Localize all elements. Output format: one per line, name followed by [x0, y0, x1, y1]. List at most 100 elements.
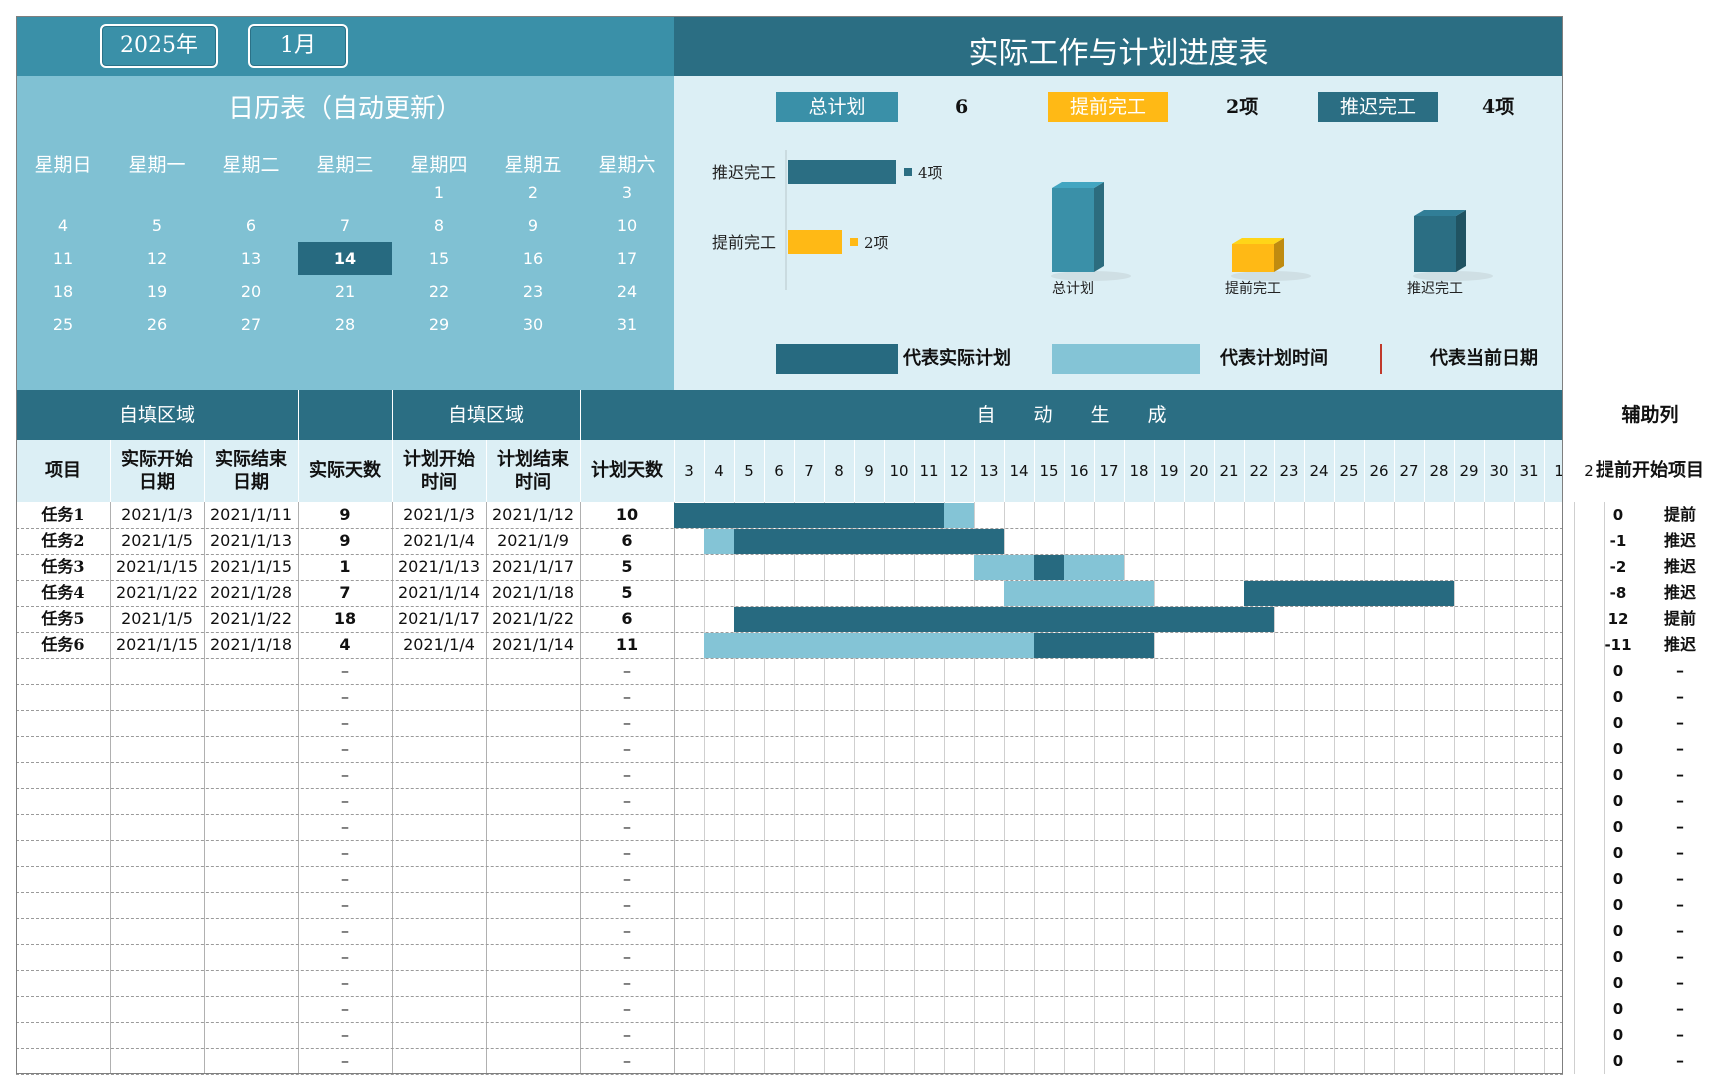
aux-offset-value: 0	[1612, 870, 1624, 888]
plan-start-date[interactable]: 2021/1/4	[392, 632, 486, 658]
actual-days[interactable]: 1	[298, 554, 392, 580]
actual-start-date[interactable]: 2021/1/15	[110, 632, 204, 658]
plan-days-empty[interactable]: –	[580, 1048, 674, 1074]
row-line	[16, 1074, 1563, 1075]
aux-status-text: –	[1676, 661, 1684, 680]
actual-start-date[interactable]: 2021/1/22	[110, 580, 204, 606]
actual-days-empty[interactable]: –	[298, 970, 392, 996]
task-name[interactable]: 任务2	[16, 528, 110, 554]
task-name[interactable]: 任务6	[16, 632, 110, 658]
plan-end-date[interactable]: 2021/1/9	[486, 528, 580, 554]
actual-days[interactable]: 9	[298, 528, 392, 554]
plan-days[interactable]: 5	[580, 580, 674, 606]
plan-days-empty[interactable]: –	[580, 658, 674, 684]
header-divider	[1574, 440, 1575, 502]
day-column-header: 2	[1584, 462, 1594, 480]
actual-end-date[interactable]: 2021/1/13	[204, 528, 298, 554]
task-name[interactable]: 任务3	[16, 554, 110, 580]
actual-days-empty[interactable]: –	[298, 840, 392, 866]
actual-days[interactable]: 18	[298, 606, 392, 632]
actual-days-empty[interactable]: –	[298, 736, 392, 762]
plan-start-date[interactable]: 2021/1/4	[392, 528, 486, 554]
plan-days-empty[interactable]: –	[580, 762, 674, 788]
aux-status-text: 提前	[1663, 505, 1696, 524]
plan-end-date[interactable]: 2021/1/18	[486, 580, 580, 606]
plan-end-date[interactable]: 2021/1/14	[486, 632, 580, 658]
actual-days-empty[interactable]: –	[298, 762, 392, 788]
plan-days-empty[interactable]: –	[580, 736, 674, 762]
aux-status-text: 提前	[1663, 609, 1696, 628]
plan-end-date[interactable]: 2021/1/22	[486, 606, 580, 632]
actual-days-empty[interactable]: –	[298, 814, 392, 840]
actual-days-empty[interactable]: –	[298, 944, 392, 970]
plan-days-empty[interactable]: –	[580, 918, 674, 944]
actual-end-date[interactable]: 2021/1/18	[204, 632, 298, 658]
task-name[interactable]: 任务5	[16, 606, 110, 632]
actual-days-empty[interactable]: –	[298, 866, 392, 892]
plan-days-empty[interactable]: –	[580, 710, 674, 736]
plan-end-date[interactable]: 2021/1/12	[486, 502, 580, 528]
task-name[interactable]: 任务1	[16, 502, 110, 528]
aux-offset-value: -11	[1604, 636, 1632, 654]
header-divider	[1604, 440, 1605, 502]
gantt-actual-bar	[1034, 555, 1064, 580]
aux-status-text: –	[1676, 739, 1684, 758]
aux-offset-value: 0	[1612, 1052, 1624, 1070]
gantt-actual-bar	[1034, 633, 1154, 658]
actual-days-empty[interactable]: –	[298, 1048, 392, 1074]
actual-days[interactable]: 9	[298, 502, 392, 528]
aux-status-text: 推迟	[1663, 557, 1696, 576]
actual-days-empty[interactable]: –	[298, 710, 392, 736]
actual-days[interactable]: 4	[298, 632, 392, 658]
actual-days-empty[interactable]: –	[298, 684, 392, 710]
plan-start-date[interactable]: 2021/1/14	[392, 580, 486, 606]
plan-days-empty[interactable]: –	[580, 1022, 674, 1048]
actual-days[interactable]: 7	[298, 580, 392, 606]
actual-end-date[interactable]: 2021/1/28	[204, 580, 298, 606]
plan-days-empty[interactable]: –	[580, 970, 674, 996]
plan-end-date[interactable]: 2021/1/17	[486, 554, 580, 580]
plan-days-empty[interactable]: –	[580, 866, 674, 892]
actual-start-date[interactable]: 2021/1/5	[110, 528, 204, 554]
plan-days[interactable]: 6	[580, 528, 674, 554]
actual-start-date[interactable]: 2021/1/5	[110, 606, 204, 632]
plan-days-empty[interactable]: –	[580, 944, 674, 970]
actual-end-date[interactable]: 2021/1/22	[204, 606, 298, 632]
plan-days-empty[interactable]: –	[580, 892, 674, 918]
plan-days-empty[interactable]: –	[580, 684, 674, 710]
plan-start-date[interactable]: 2021/1/13	[392, 554, 486, 580]
plan-start-date[interactable]: 2021/1/3	[392, 502, 486, 528]
plan-days[interactable]: 6	[580, 606, 674, 632]
aux-status-text: –	[1676, 713, 1684, 732]
plan-days-empty[interactable]: –	[580, 788, 674, 814]
aux-offset-value: 0	[1612, 792, 1624, 810]
aux-offset-value: 0	[1612, 974, 1624, 992]
actual-days-empty[interactable]: –	[298, 1022, 392, 1048]
actual-start-date[interactable]: 2021/1/3	[110, 502, 204, 528]
plan-days-empty[interactable]: –	[580, 996, 674, 1022]
actual-days-empty[interactable]: –	[298, 788, 392, 814]
aux-offset-value: 0	[1612, 1026, 1624, 1044]
plan-days-empty[interactable]: –	[580, 814, 674, 840]
actual-days-empty[interactable]: –	[298, 996, 392, 1022]
task-name[interactable]: 任务4	[16, 580, 110, 606]
gantt-plan-bar	[704, 633, 1034, 658]
plan-days-empty[interactable]: –	[580, 840, 674, 866]
aux-status-text: –	[1676, 869, 1684, 888]
aux-offset-value: 0	[1612, 662, 1624, 680]
aux-status-text: –	[1676, 1025, 1684, 1044]
actual-end-date[interactable]: 2021/1/15	[204, 554, 298, 580]
gantt-actual-bar	[1244, 581, 1454, 606]
actual-days-empty[interactable]: –	[298, 658, 392, 684]
plan-days[interactable]: 5	[580, 554, 674, 580]
aux-status-text: –	[1676, 921, 1684, 940]
plan-days[interactable]: 10	[580, 502, 674, 528]
actual-end-date[interactable]: 2021/1/11	[204, 502, 298, 528]
plan-days[interactable]: 11	[580, 632, 674, 658]
aux-offset-value: -8	[1609, 584, 1627, 602]
plan-start-date[interactable]: 2021/1/17	[392, 606, 486, 632]
actual-start-date[interactable]: 2021/1/15	[110, 554, 204, 580]
actual-days-empty[interactable]: –	[298, 918, 392, 944]
actual-days-empty[interactable]: –	[298, 892, 392, 918]
aux-status-text: –	[1676, 817, 1684, 836]
